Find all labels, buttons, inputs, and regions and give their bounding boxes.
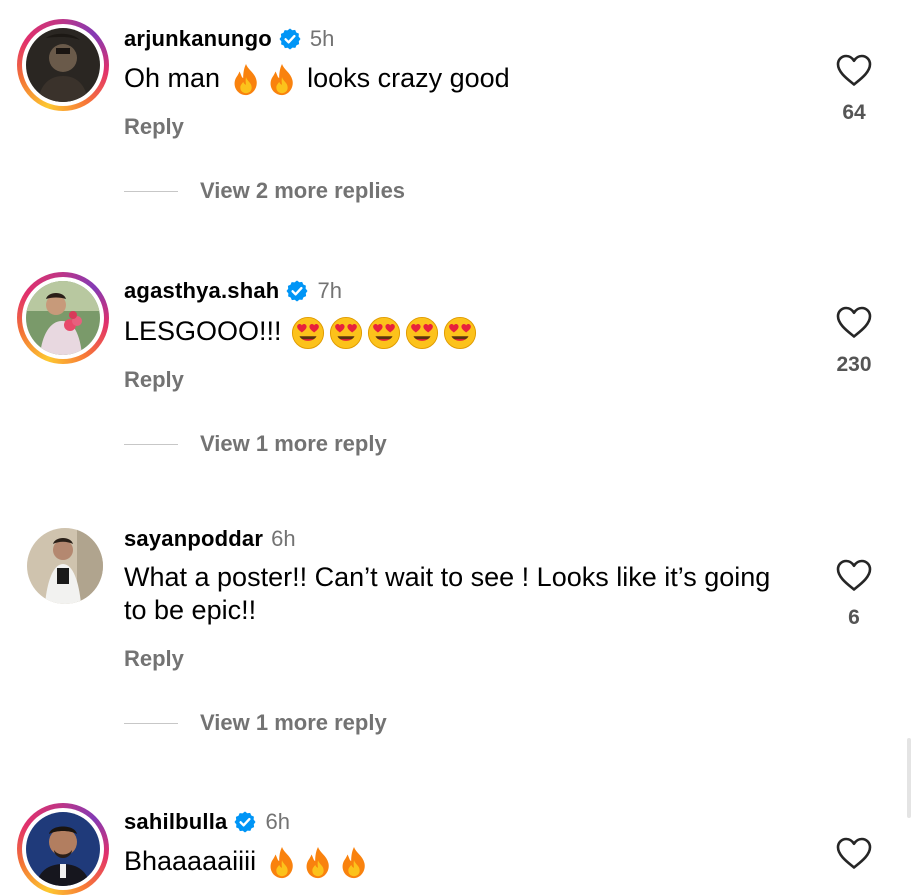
heart-eyes-emoji [405, 316, 439, 350]
comment-text-end: looks crazy good [307, 63, 510, 93]
reply-button[interactable]: Reply [124, 114, 184, 140]
like-count[interactable]: 6 [824, 606, 884, 630]
timestamp: 5h [309, 26, 335, 51]
divider-line [124, 190, 178, 192]
like-control: 64 [824, 53, 884, 125]
username[interactable]: arjunkanungo [124, 26, 272, 52]
username[interactable]: sayanpoddar [124, 526, 263, 552]
heart-eyes-emoji [291, 316, 325, 350]
comment-meta: arjunkanungo 5h [124, 24, 334, 54]
reply-button[interactable]: Reply [124, 367, 184, 393]
story-ring[interactable] [17, 803, 109, 895]
avatar[interactable] [26, 281, 100, 355]
heart-eyes-emoji [329, 316, 363, 350]
story-ring[interactable] [17, 272, 109, 364]
avatar-wrap [17, 518, 109, 610]
divider-line [124, 443, 178, 445]
view-more-label[interactable]: View 1 more reply [200, 431, 387, 457]
verified-badge-icon [278, 27, 302, 51]
timestamp: 7h [317, 278, 342, 303]
like-control: 230 [824, 305, 884, 377]
avatar[interactable] [26, 28, 100, 102]
username[interactable]: sahilbulla [124, 809, 227, 835]
view-more-label[interactable]: View 1 more reply [200, 710, 387, 736]
comment-meta: agasthya.shah 7h [124, 276, 342, 306]
comment-text: What a poster!! Can’t wait to see ! Look… [124, 562, 771, 625]
comment-meta: sayanpoddar 6h [124, 524, 296, 554]
fire-emoji [338, 846, 370, 880]
like-control: 6 [824, 558, 884, 630]
fire-emoji [266, 63, 298, 97]
comment-text: Oh man looks crazy good [124, 62, 804, 97]
fire-emoji [302, 846, 334, 880]
comment-meta: sahilbulla 6h [124, 807, 290, 837]
story-ring[interactable] [17, 19, 109, 111]
divider-line [124, 722, 178, 724]
scrollbar[interactable] [907, 738, 911, 818]
avatar[interactable] [27, 528, 103, 604]
like-count[interactable]: 64 [824, 101, 884, 125]
comment-text: LESGOOO!!! [124, 315, 804, 350]
verified-badge-icon [285, 279, 309, 303]
fire-emoji [266, 846, 298, 880]
heart-eyes-emoji [367, 316, 401, 350]
like-control [824, 836, 884, 870]
like-count[interactable]: 230 [824, 353, 884, 377]
view-more-label[interactable]: View 2 more replies [200, 178, 405, 204]
heart-outline-icon[interactable] [835, 836, 873, 870]
comment-text-start: Oh man [124, 63, 221, 93]
reply-button[interactable]: Reply [124, 646, 184, 672]
verified-badge-icon [233, 810, 257, 834]
view-more-replies[interactable]: View 2 more replies [124, 178, 405, 204]
comment-text-start: LESGOOO!!! [124, 316, 282, 346]
heart-outline-icon[interactable] [835, 53, 873, 87]
heart-outline-icon[interactable] [835, 558, 873, 592]
heart-outline-icon[interactable] [835, 305, 873, 339]
timestamp: 6h [265, 809, 290, 834]
heart-eyes-emoji [443, 316, 477, 350]
comment-text-start: Bhaaaaaiiii [124, 846, 257, 876]
view-more-replies[interactable]: View 1 more reply [124, 431, 387, 457]
avatar[interactable] [26, 812, 100, 886]
view-more-replies[interactable]: View 1 more reply [124, 710, 387, 736]
timestamp: 6h [271, 526, 296, 551]
username[interactable]: agasthya.shah [124, 278, 279, 304]
comment-text: Bhaaaaaiiii [124, 845, 804, 880]
fire-emoji [230, 63, 262, 97]
